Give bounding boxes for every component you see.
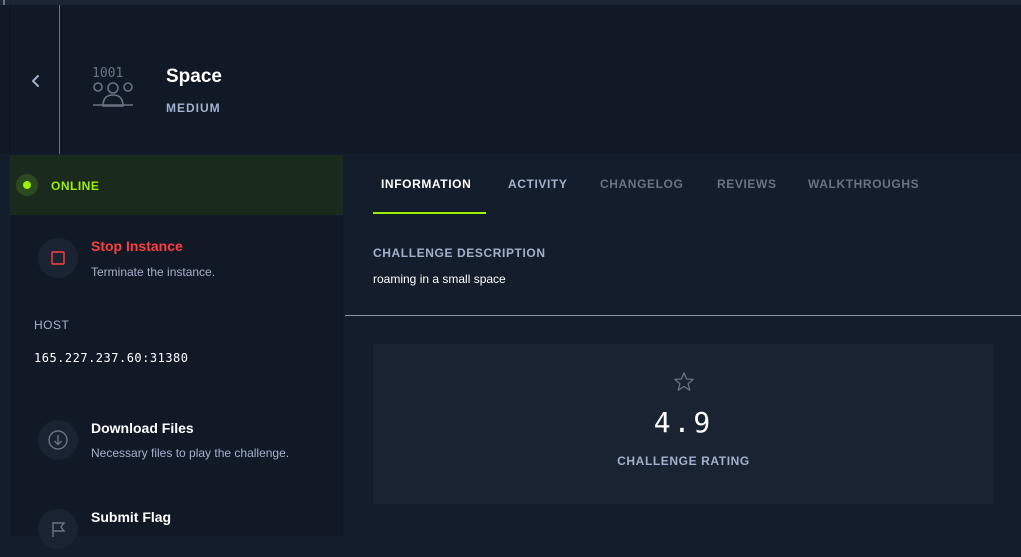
tab-activity[interactable]: ACTIVITY <box>508 177 567 191</box>
submit-flag-title: Submit Flag <box>91 509 172 525</box>
sidebar: ONLINE Stop Instance Terminate the insta… <box>10 155 343 549</box>
difficulty-label: MEDIUM <box>166 101 221 115</box>
host-label: HOST <box>34 318 70 332</box>
stop-instance-subtitle: Terminate the instance. <box>91 265 216 279</box>
download-files-subtitle: Necessary files to play the challenge. <box>91 446 290 460</box>
tab-reviews[interactable]: REVIEWS <box>717 177 777 191</box>
description-label: CHALLENGE DESCRIPTION <box>373 246 546 260</box>
status-bar: ONLINE <box>10 155 343 215</box>
download-icon <box>38 420 78 460</box>
chevron-left-icon <box>32 75 39 87</box>
rating-card: 4.9 CHALLENGE RATING <box>373 344 994 504</box>
submit-flag-button[interactable]: Submit Flag <box>10 497 343 557</box>
challenge-header: 1001 Space MEDIUM <box>0 5 1021 154</box>
header-divider <box>59 5 60 154</box>
challenge-content: INFORMATION ACTIVITY CHANGELOG REVIEWS W… <box>345 155 1021 536</box>
tab-changelog[interactable]: CHANGELOG <box>600 177 683 191</box>
back-button[interactable] <box>24 69 48 93</box>
status-label: ONLINE <box>51 179 100 193</box>
host-address[interactable]: 165.227.237.60:31380 <box>34 351 189 365</box>
binary-user-icon: 1001 <box>90 64 136 114</box>
tab-information[interactable]: INFORMATION <box>381 177 471 191</box>
content-divider <box>345 315 1021 316</box>
stop-instance-title: Stop Instance <box>91 238 183 254</box>
download-files-title: Download Files <box>91 420 194 436</box>
stop-icon <box>38 238 78 278</box>
description-text: roaming in a small space <box>373 272 506 286</box>
svg-text:1001: 1001 <box>92 66 123 81</box>
star-icon[interactable] <box>672 370 696 394</box>
status-dot-icon <box>23 181 31 189</box>
download-files-button[interactable]: Download Files Necessary files to play t… <box>10 408 343 468</box>
flag-icon <box>38 509 78 549</box>
rating-value: 4.9 <box>653 406 714 439</box>
header-edge <box>10 5 11 154</box>
rating-label: CHALLENGE RATING <box>617 454 750 468</box>
active-tab-indicator <box>373 212 486 214</box>
stop-instance-button[interactable]: Stop Instance Terminate the instance. <box>10 227 343 287</box>
challenge-title: Space <box>166 66 222 87</box>
tab-walkthroughs[interactable]: WALKTHROUGHS <box>808 177 919 191</box>
